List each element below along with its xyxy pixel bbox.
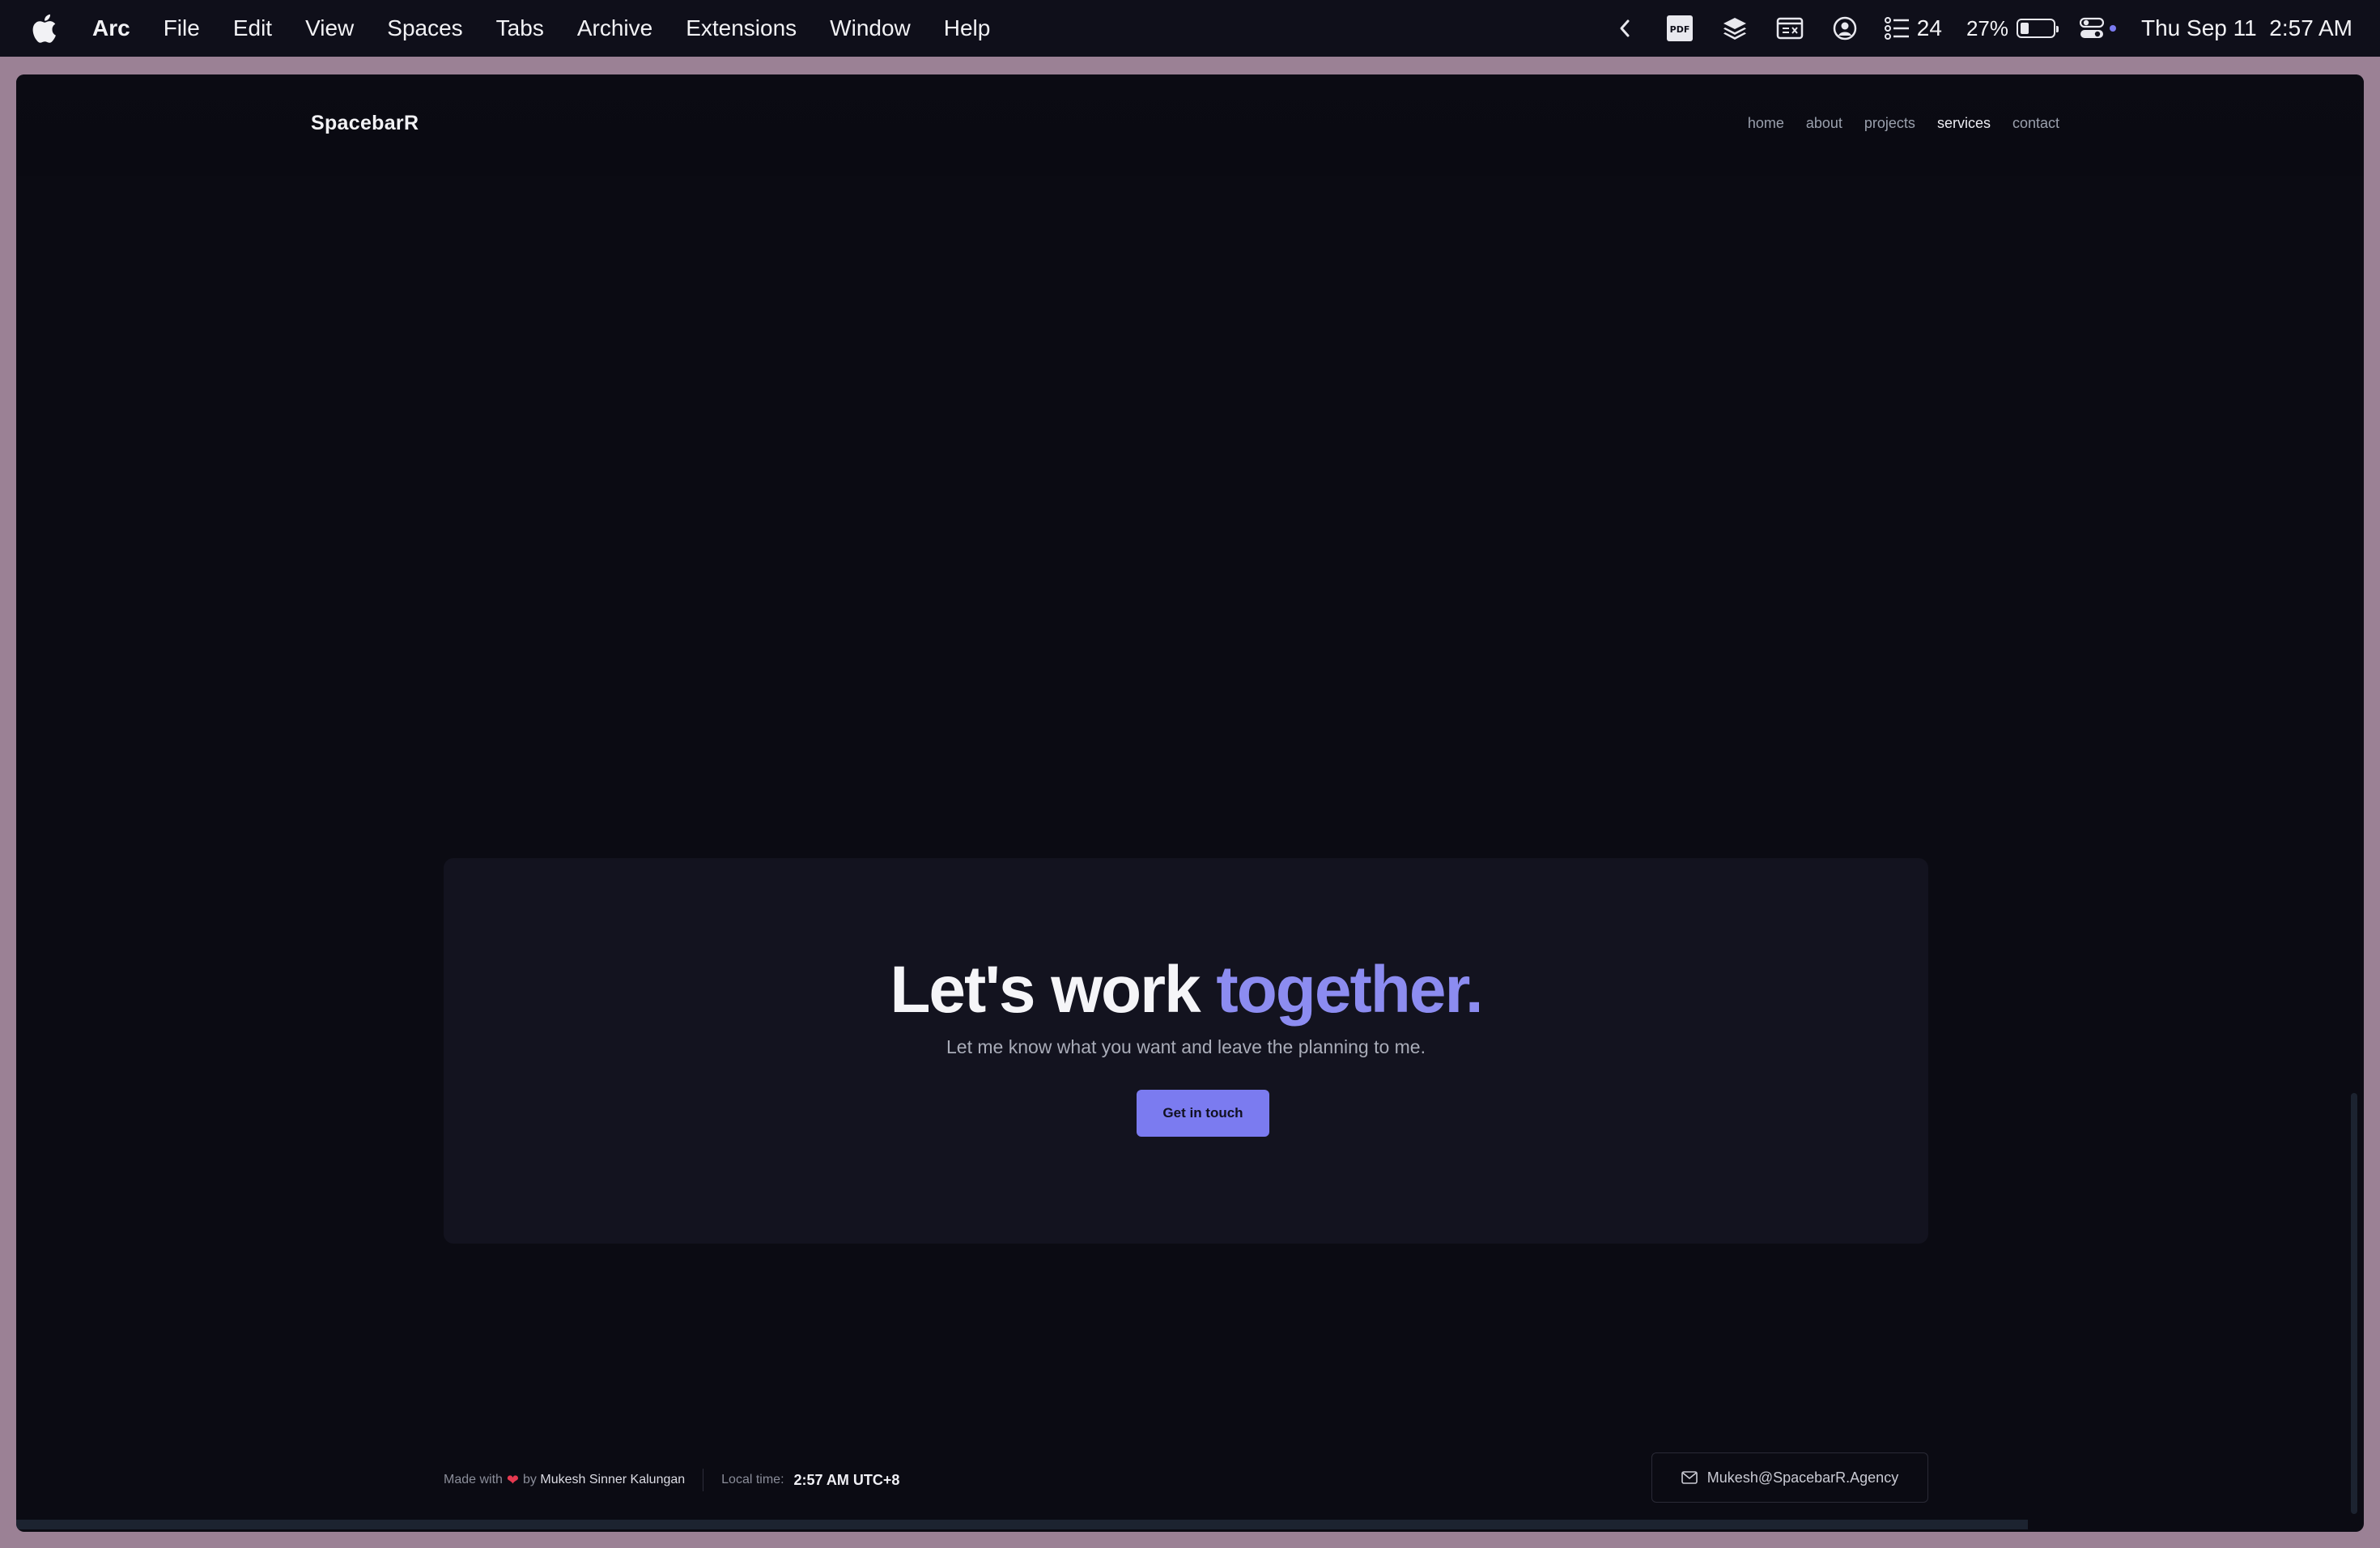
site-header: SpacebarR home about projects services c… (16, 74, 2364, 176)
email-button[interactable]: Mukesh@SpacebarR.Agency (1651, 1452, 1928, 1503)
nav-contact[interactable]: contact (2012, 115, 2059, 132)
chevron-left-icon[interactable] (1609, 13, 1640, 44)
indicator-dot-icon (2110, 25, 2116, 32)
menu-spaces[interactable]: Spaces (387, 15, 462, 41)
menu-window[interactable]: Window (830, 15, 911, 41)
menu-bar: Arc File Edit View Spaces Tabs Archive E… (0, 0, 2380, 57)
get-in-touch-button[interactable]: Get in touch (1137, 1090, 1269, 1137)
menu-bar-tray: PDF 24 27% Thu Sep 11 2:57 AM (1609, 0, 2352, 57)
battery-status[interactable]: 27% (1966, 15, 2059, 41)
cta-subtitle: Let me know what you want and leave the … (946, 1036, 1426, 1057)
menu-file[interactable]: File (164, 15, 200, 41)
battery-percent: 27% (1966, 15, 2008, 40)
menu-view[interactable]: View (305, 15, 354, 41)
footer-credits: Made with ❤ by Mukesh Sinner Kalungan Lo… (444, 1469, 899, 1491)
nav-services[interactable]: services (1937, 115, 1991, 132)
reminders-tray[interactable]: 24 (1884, 13, 1942, 44)
nav-projects[interactable]: projects (1864, 115, 1915, 132)
by-text: by (523, 1473, 537, 1486)
menu-archive[interactable]: Archive (577, 15, 652, 41)
made-with-text: Made with (444, 1473, 503, 1486)
menu-tabs[interactable]: Tabs (496, 15, 544, 41)
browser-window: SpacebarR home about projects services c… (16, 74, 2364, 1532)
list-icon (1884, 17, 1909, 40)
nav-about[interactable]: about (1806, 115, 1842, 132)
menu-extensions[interactable]: Extensions (686, 15, 797, 41)
local-time-label: Local time: (721, 1473, 784, 1486)
reminders-count: 24 (1916, 15, 1942, 40)
site-brand[interactable]: SpacebarR (311, 112, 419, 135)
control-center-icon[interactable] (2080, 13, 2117, 44)
cta-title-accent: together. (1216, 953, 1483, 1027)
cta-card: Let's work together. Let me know what yo… (444, 858, 1928, 1244)
clock-time: 2:57 AM (2269, 15, 2352, 40)
battery-icon (2017, 19, 2059, 38)
pdf-icon[interactable]: PDF (1664, 13, 1695, 44)
horizontal-scrollbar[interactable] (16, 1520, 2028, 1529)
battery-level (2021, 23, 2029, 34)
window-manager-icon[interactable] (1774, 13, 1805, 44)
pdf-icon-label: PDF (1669, 24, 1689, 35)
mail-icon (1681, 1471, 1698, 1484)
user-account-icon[interactable] (1830, 13, 1860, 44)
author-name: Mukesh Sinner Kalungan (540, 1473, 686, 1486)
layers-icon[interactable] (1719, 13, 1750, 44)
local-time-value: 2:57 AM UTC+8 (793, 1471, 900, 1488)
cta-title: Let's work together. (444, 952, 1928, 1028)
apple-icon[interactable] (28, 12, 60, 45)
menu-help[interactable]: Help (944, 15, 991, 41)
heart-icon: ❤ (506, 1471, 520, 1488)
menu-bar-clock[interactable]: Thu Sep 11 2:57 AM (2141, 15, 2352, 41)
vertical-scrollbar[interactable] (2351, 1093, 2357, 1514)
menu-edit[interactable]: Edit (233, 15, 272, 41)
nav-home[interactable]: home (1748, 115, 1784, 132)
clock-date: Thu Sep 11 (2141, 15, 2257, 40)
menu-app-name[interactable]: Arc (92, 15, 130, 41)
site-footer: Made with ❤ by Mukesh Sinner Kalungan Lo… (444, 1452, 1928, 1503)
email-address: Mukesh@SpacebarR.Agency (1706, 1469, 1899, 1486)
cta-title-main: Let's work (890, 953, 1217, 1027)
site-nav: home about projects services contact (1748, 115, 2059, 132)
